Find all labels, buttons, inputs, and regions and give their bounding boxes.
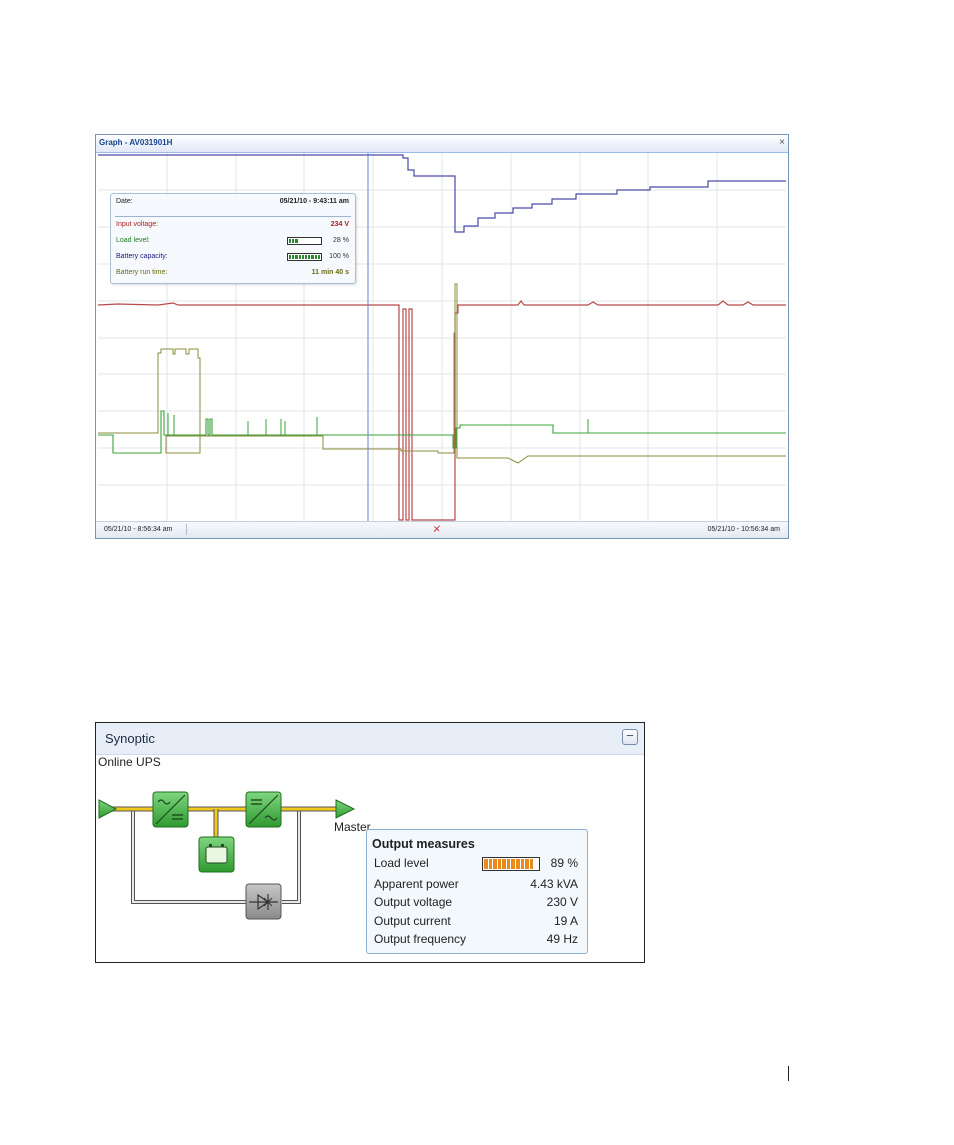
tooltip-input-voltage-value: 234 V [330, 221, 349, 228]
tooltip-load-level-label: Load level: [116, 237, 150, 244]
output-voltage-label: Output voltage [374, 895, 453, 909]
bar-segment [497, 859, 502, 869]
bar-segment [292, 239, 295, 243]
start-time-label: 05/21/10 - 8:56:34 am [104, 526, 173, 533]
tooltip-battery-runtime-value: 11 min 40 s [311, 269, 349, 276]
apparent-power-row: Apparent power 4.43 kVA [374, 877, 578, 893]
bar-segment [511, 859, 516, 869]
output-measures-tooltip: Output measures Load level 89 % Apparent… [366, 829, 588, 954]
tooltip-date-value: 05/21/10 - 9:43:11 am [279, 198, 349, 205]
bar-segment [529, 859, 534, 869]
bar-segment [516, 859, 520, 869]
bar-segment [314, 255, 317, 259]
apparent-power-value: 4.43 kVA [530, 877, 578, 891]
statusbar-divider [186, 524, 187, 535]
tooltip-battery-capacity-bar [287, 253, 322, 261]
bar-segment [308, 255, 311, 259]
output-voltage-value: 230 V [546, 895, 578, 909]
rectifier-icon[interactable] [152, 791, 189, 828]
output-measures-title: Output measures [372, 837, 475, 851]
bar-segment [488, 859, 493, 869]
tooltip-load-level-bar [287, 237, 322, 245]
graph-titlebar[interactable]: Graph - AV031901H × [96, 135, 788, 153]
bar-segment [292, 255, 295, 259]
output-current-row: Output current 19 A [374, 914, 578, 930]
bar-segment [311, 239, 314, 243]
tooltip-input-voltage-row: Input voltage: 234 V [116, 221, 349, 231]
bar-segment [484, 859, 488, 869]
apparent-power-label: Apparent power [374, 877, 459, 891]
tooltip-battery-capacity-row: Battery capacity: 100 % [116, 253, 349, 263]
bypass-icon[interactable] [245, 883, 282, 920]
output-voltage-row: Output voltage 230 V [374, 895, 578, 911]
input-arrow-icon[interactable] [98, 799, 118, 819]
output-frequency-row: Output frequency 49 Hz [374, 932, 578, 948]
bar-segment [289, 255, 292, 259]
bar-segment [311, 255, 314, 259]
synoptic-panel: Synoptic − Online UPS Master Output meas… [95, 722, 645, 963]
bar-segment [493, 859, 497, 869]
tooltip-battery-capacity-label: Battery capacity: [116, 253, 168, 260]
bar-segment [305, 239, 308, 243]
tooltip-battery-runtime-label: Battery run time: [116, 269, 168, 276]
bar-segment [502, 859, 506, 869]
load-level-value: 89 % [550, 856, 578, 870]
tooltip-battery-runtime-row: Battery run time: 11 min 40 s [116, 269, 349, 279]
bar-segment [506, 859, 511, 869]
tooltip-load-level-row: Load level: 28 % [116, 237, 349, 247]
bar-segment [317, 255, 321, 259]
end-time-label: 05/21/10 - 10:56:34 am [707, 526, 780, 533]
bar-segment [534, 859, 538, 869]
output-current-label: Output current [374, 914, 451, 928]
load-level-bar [482, 857, 540, 871]
graph-tooltip: Date: 05/21/10 - 9:43:11 am Input voltag… [110, 193, 356, 284]
bar-segment [308, 239, 311, 243]
graph-statusbar: 05/21/10 - 8:56:34 am ✕̸ 05/21/10 - 10:5… [96, 521, 788, 538]
tooltip-date-label: Date: [116, 198, 133, 205]
bar-segment [301, 239, 305, 243]
bar-segment [298, 239, 301, 243]
tooltip-input-voltage-label: Input voltage: [116, 221, 159, 228]
tooltip-battery-capacity-value: 100 % [329, 253, 349, 260]
bar-segment [525, 859, 529, 869]
graph-title: Graph - AV031901H [99, 138, 173, 147]
bar-segment [295, 255, 298, 259]
bar-segment [305, 255, 308, 259]
tooltip-divider [115, 216, 351, 217]
output-current-value: 19 A [553, 914, 578, 928]
load-level-label: Load level [374, 856, 429, 870]
bar-segment [298, 255, 301, 259]
close-icon[interactable]: × [779, 137, 785, 149]
bar-segment [520, 859, 525, 869]
graph-window: Graph - AV031901H × Date: 05/21/10 - 9:4… [95, 134, 789, 539]
battery-icon[interactable] [198, 836, 235, 873]
page-marker-rule [788, 1066, 789, 1081]
tooltip-load-level-value: 28 % [333, 237, 349, 244]
load-level-row: Load level 89 % [374, 856, 578, 872]
output-arrow-icon[interactable] [335, 799, 356, 819]
tooltip-date-row: Date: 05/21/10 - 9:43:11 am [116, 198, 349, 208]
bar-segment [317, 239, 321, 243]
power-path [110, 806, 336, 837]
bar-segment [314, 239, 317, 243]
output-frequency-value: 49 Hz [546, 932, 578, 946]
bar-segment [295, 239, 298, 243]
bar-segment [289, 239, 292, 243]
output-frequency-label: Output frequency [374, 932, 467, 946]
inverter-icon[interactable] [245, 791, 282, 828]
chart-reset-icon[interactable]: ✕̸ [433, 524, 441, 535]
bar-segment [301, 255, 305, 259]
